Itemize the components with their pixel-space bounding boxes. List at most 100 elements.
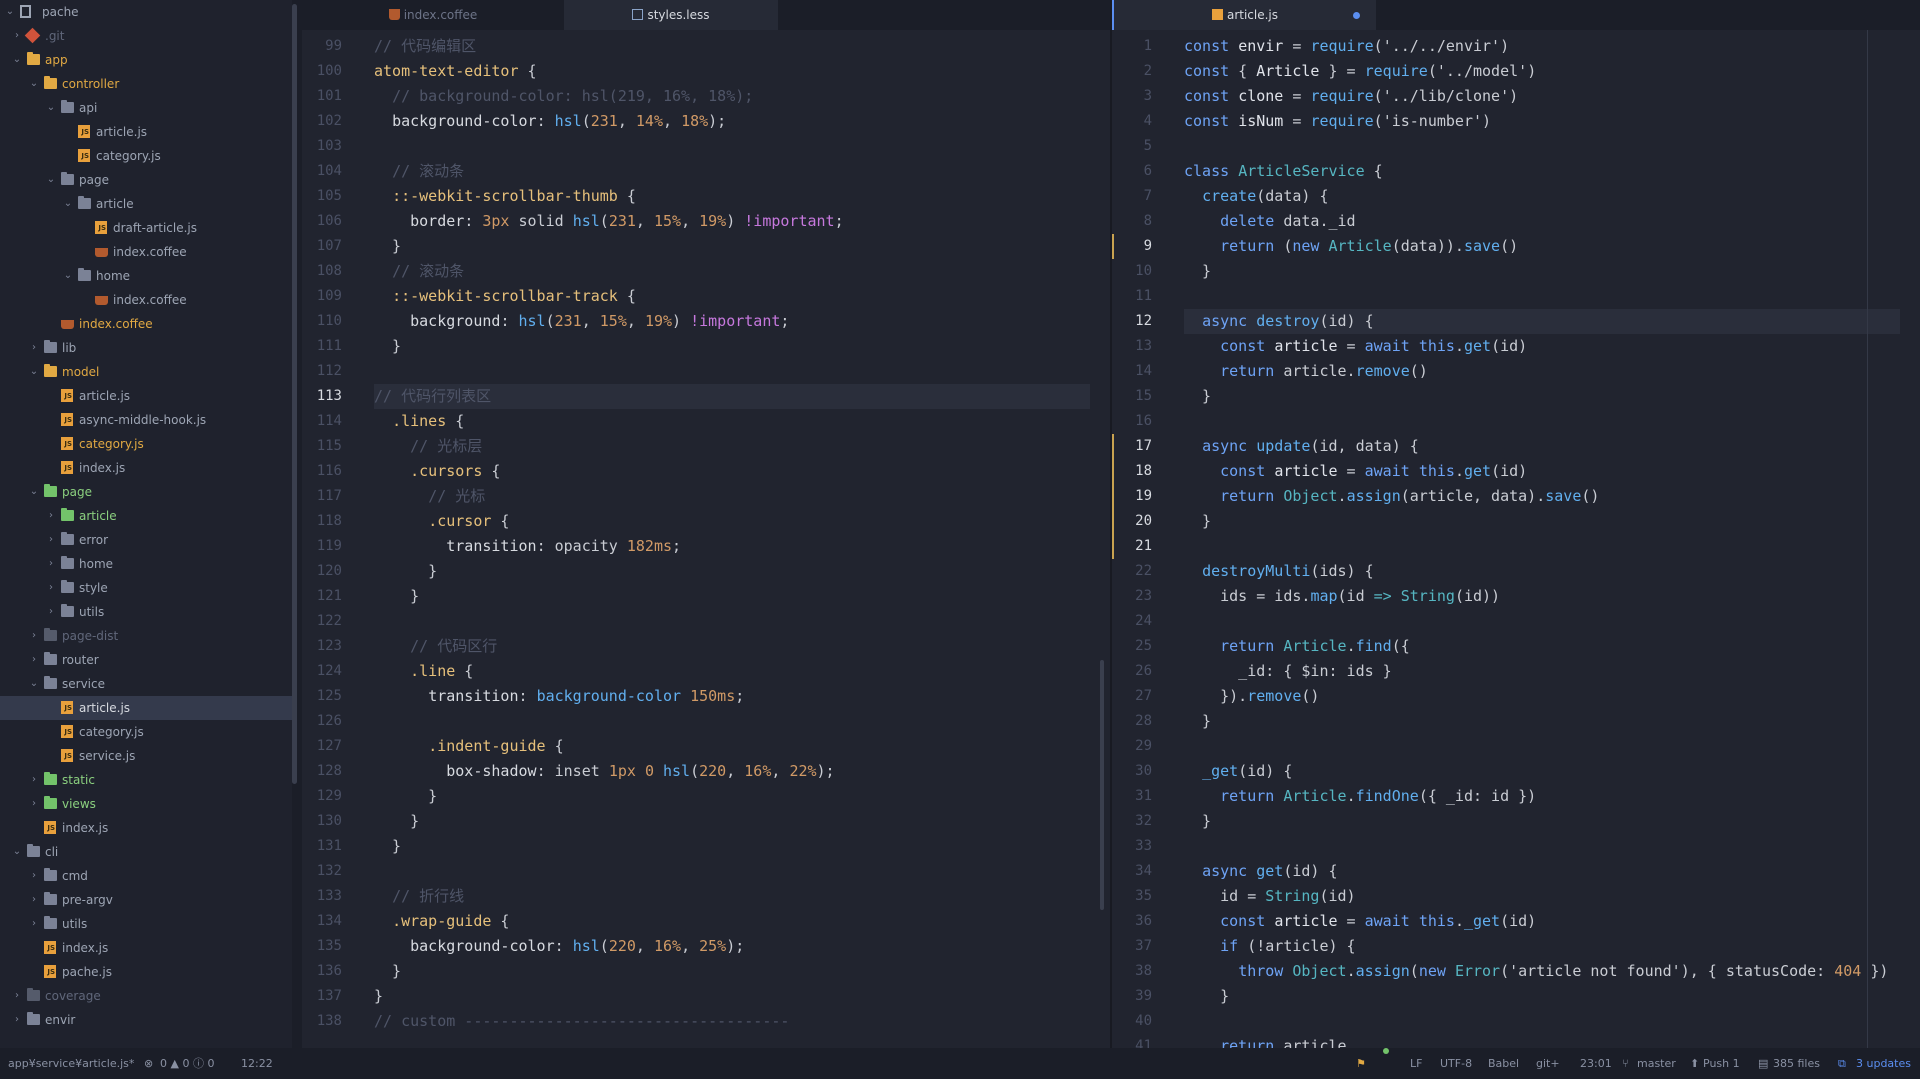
line-number[interactable]: 138 xyxy=(317,1009,342,1034)
tree-item[interactable]: › envir xyxy=(0,1008,292,1032)
code-line[interactable]: } xyxy=(374,234,401,259)
line-number[interactable]: 99 xyxy=(325,34,342,59)
code-line[interactable]: // 代码行列表区 xyxy=(374,384,491,409)
tab-index-coffee[interactable]: index.coffee xyxy=(302,0,564,30)
line-number[interactable]: 30 xyxy=(1135,759,1152,784)
line-number[interactable]: 128 xyxy=(317,759,342,784)
tab-styles-less[interactable]: styles.less xyxy=(564,0,778,30)
tree-item[interactable]: ⌄ page xyxy=(0,480,292,504)
code-line[interactable]: .lines { xyxy=(374,409,464,434)
tree-item[interactable]: ⌄ article xyxy=(0,192,292,216)
code-line[interactable]: } xyxy=(374,959,401,984)
code-line[interactable]: id = String(id) xyxy=(1184,884,1355,909)
tree-root[interactable]: ⌄ pache xyxy=(0,0,292,24)
tree-item[interactable]: index.coffee xyxy=(0,312,292,336)
line-number[interactable]: 1 xyxy=(1144,34,1152,59)
tree-view[interactable]: ⌄ pache › .git ⌄ app ⌄ controller ⌄ api JS articl… xyxy=(0,0,292,1048)
line-number[interactable]: 107 xyxy=(317,234,342,259)
tree-item[interactable]: › pre-argv xyxy=(0,888,292,912)
code-line[interactable]: } xyxy=(374,334,401,359)
tree-item[interactable]: JS article.js xyxy=(0,696,292,720)
status-updates[interactable]: 3 updates xyxy=(1856,1048,1911,1079)
line-number[interactable]: 4 xyxy=(1144,109,1152,134)
line-number[interactable]: 24 xyxy=(1135,609,1152,634)
tree-item[interactable]: JS index.js xyxy=(0,456,292,480)
tree-item[interactable]: JS article.js xyxy=(0,384,292,408)
code-line[interactable]: create(data) { xyxy=(1184,184,1328,209)
line-number[interactable]: 9 xyxy=(1144,234,1152,259)
code-line[interactable]: background: hsl(231, 15%, 19%) !importan… xyxy=(374,309,789,334)
line-number[interactable]: 13 xyxy=(1135,334,1152,359)
tree-item[interactable]: index.coffee xyxy=(0,288,292,312)
tree-item[interactable]: JS index.js xyxy=(0,936,292,960)
code-line[interactable]: }).remove() xyxy=(1184,684,1319,709)
line-number[interactable]: 20 xyxy=(1135,509,1152,534)
status-encoding[interactable]: UTF-8 xyxy=(1440,1048,1472,1079)
tree-item[interactable]: JS category.js xyxy=(0,432,292,456)
code-line[interactable]: // 代码编辑区 xyxy=(374,34,476,59)
line-number[interactable]: 23 xyxy=(1135,584,1152,609)
tree-item[interactable]: JS async-middle-hook.js xyxy=(0,408,292,432)
code-line[interactable]: return Article.find({ xyxy=(1184,634,1410,659)
tree-item[interactable]: › .git xyxy=(0,24,292,48)
code-line[interactable]: return (new Article(data)).save() xyxy=(1184,234,1518,259)
line-number[interactable]: 119 xyxy=(317,534,342,559)
code-line[interactable]: delete data._id xyxy=(1184,209,1355,234)
code-line[interactable]: ids = ids.map(id => String(id)) xyxy=(1184,584,1500,609)
line-number[interactable]: 6 xyxy=(1144,159,1152,184)
status-branch[interactable]: master xyxy=(1637,1048,1676,1079)
tree-item[interactable]: ⌄ app xyxy=(0,48,292,72)
code-line[interactable]: const article = await this.get(id) xyxy=(1184,334,1527,359)
tree-item[interactable]: JS draft-article.js xyxy=(0,216,292,240)
chevron-right-icon[interactable]: › xyxy=(45,552,57,576)
code-line[interactable]: } xyxy=(374,809,419,834)
line-number[interactable]: 124 xyxy=(317,659,342,684)
code-line[interactable]: const clone = require('../lib/clone') xyxy=(1184,84,1518,109)
code-line[interactable]: return article.remove() xyxy=(1184,359,1428,384)
tree-item[interactable]: ⌄ page xyxy=(0,168,292,192)
code-line[interactable]: throw Object.assign(new Error('article n… xyxy=(1184,959,1888,984)
tree-item[interactable]: ⌄ cli xyxy=(0,840,292,864)
code-line[interactable]: // custom ------------------------------… xyxy=(374,1009,789,1034)
line-number[interactable]: 132 xyxy=(317,859,342,884)
line-number[interactable]: 31 xyxy=(1135,784,1152,809)
code-line[interactable]: } xyxy=(374,834,401,859)
line-number[interactable]: 41 xyxy=(1135,1034,1152,1048)
line-number[interactable]: 105 xyxy=(317,184,342,209)
tab-article-js[interactable]: article.js xyxy=(1114,0,1376,30)
tree-item[interactable]: › utils xyxy=(0,912,292,936)
line-number[interactable]: 39 xyxy=(1135,984,1152,1009)
line-number[interactable]: 122 xyxy=(317,609,342,634)
code-line[interactable]: const { Article } = require('../model') xyxy=(1184,59,1536,84)
line-number[interactable]: 21 xyxy=(1135,534,1152,559)
status-files[interactable]: 385 files xyxy=(1773,1048,1820,1079)
code-line[interactable]: // 折行线 xyxy=(374,884,464,909)
tree-item[interactable]: JS article.js xyxy=(0,120,292,144)
code-line[interactable]: .cursor { xyxy=(374,509,509,534)
code-line[interactable]: .wrap-guide { xyxy=(374,909,509,934)
status-grammar[interactable]: Babel xyxy=(1488,1048,1519,1079)
chevron-down-icon[interactable]: ⌄ xyxy=(45,168,57,192)
tree-item[interactable]: › router xyxy=(0,648,292,672)
line-number[interactable]: 106 xyxy=(317,209,342,234)
line-number[interactable]: 26 xyxy=(1135,659,1152,684)
chevron-right-icon[interactable]: › xyxy=(28,648,40,672)
code-line[interactable]: return Article.findOne({ _id: id }) xyxy=(1184,784,1536,809)
line-number[interactable]: 103 xyxy=(317,134,342,159)
line-number[interactable]: 40 xyxy=(1135,1009,1152,1034)
tree-item[interactable]: › lib xyxy=(0,336,292,360)
tree-item[interactable]: › utils xyxy=(0,600,292,624)
code-line[interactable]: } xyxy=(1184,809,1211,834)
tree-item[interactable]: ⌄ model xyxy=(0,360,292,384)
code-line[interactable]: const article = await this.get(id) xyxy=(1184,459,1527,484)
tree-item[interactable]: JS category.js xyxy=(0,144,292,168)
line-number-gutter[interactable]: 1 2 3 4 5 6 7 8 9 10 11 12 13 14 15 16 17 18 19 20 21 22 23 24 2… xyxy=(1112,30,1172,1048)
chevron-right-icon[interactable]: › xyxy=(45,600,57,624)
line-number[interactable]: 134 xyxy=(317,909,342,934)
line-number[interactable]: 25 xyxy=(1135,634,1152,659)
status-file-path[interactable]: app¥service¥article.js* xyxy=(8,1048,134,1079)
line-number[interactable]: 27 xyxy=(1135,684,1152,709)
line-number[interactable]: 123 xyxy=(317,634,342,659)
line-number[interactable]: 111 xyxy=(317,334,342,359)
chevron-right-icon[interactable]: › xyxy=(45,504,57,528)
